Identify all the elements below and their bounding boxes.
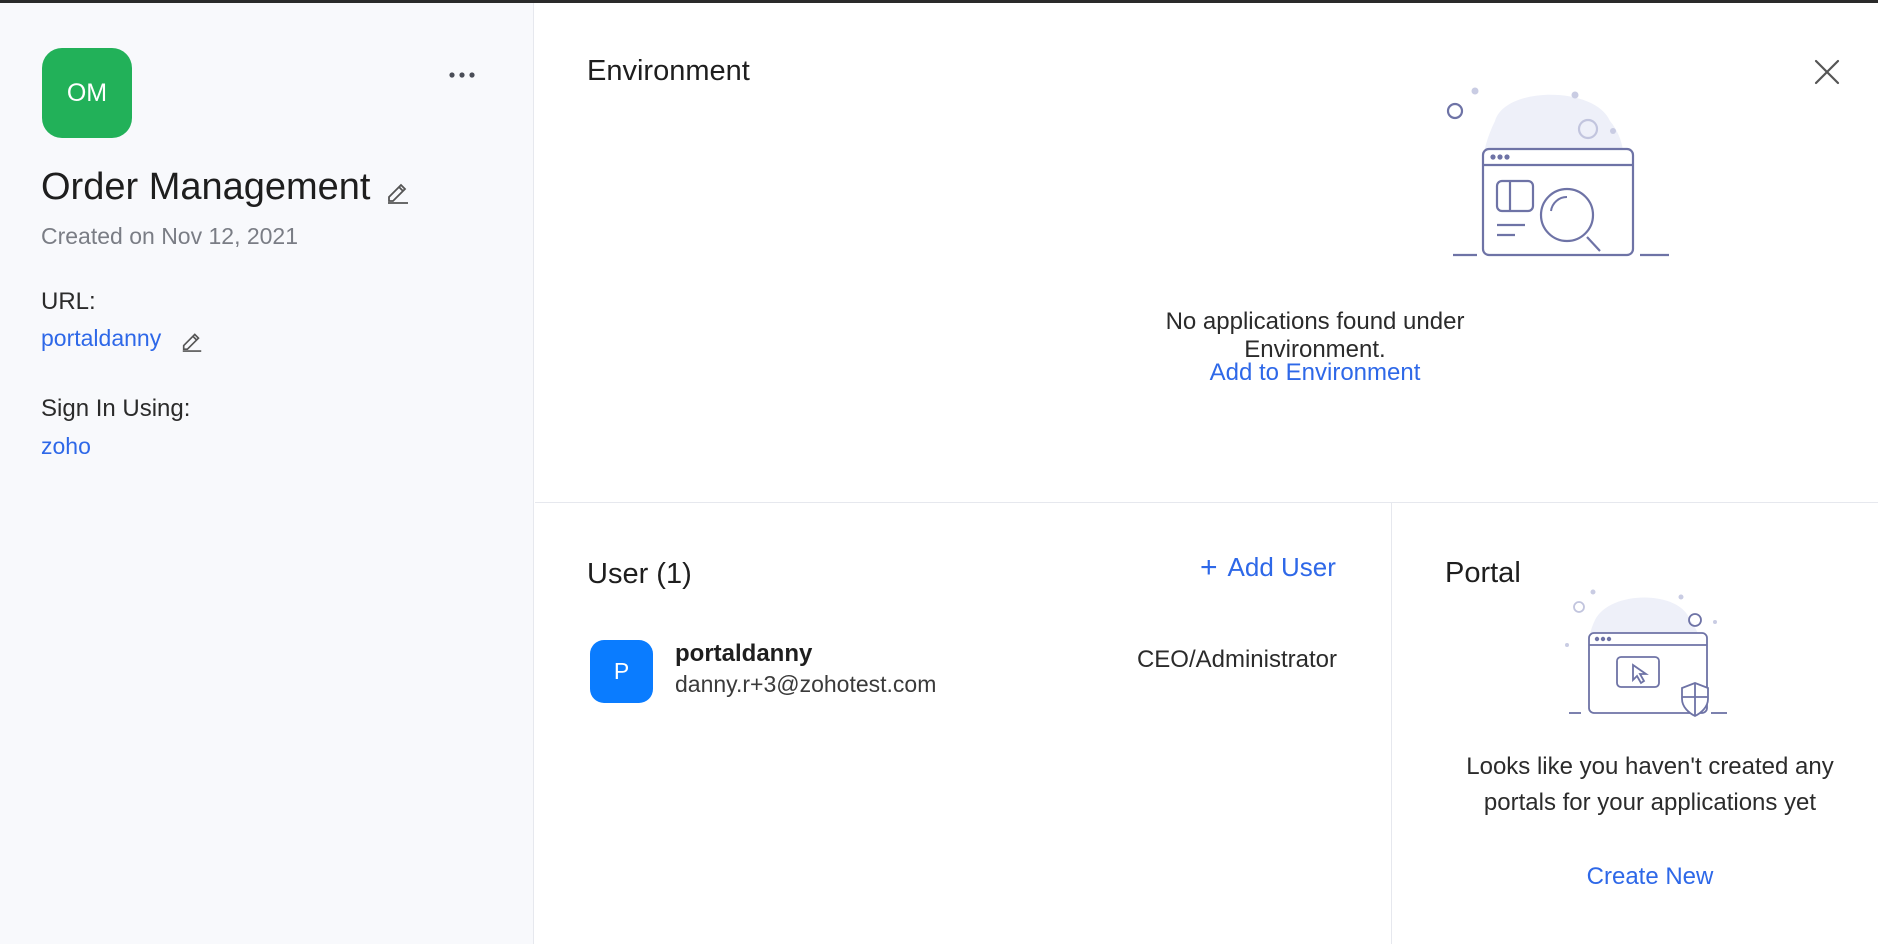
column-divider xyxy=(1391,503,1392,944)
edit-url-pencil-icon[interactable] xyxy=(180,328,204,352)
edit-title-pencil-icon[interactable] xyxy=(385,178,411,204)
app-details-sidebar: OM Order Management Created on Nov 12, 2… xyxy=(0,3,534,944)
close-icon[interactable] xyxy=(1812,57,1842,87)
url-label: URL: xyxy=(41,288,96,315)
app-title: Order Management xyxy=(41,166,371,208)
created-date: Created on Nov 12, 2021 xyxy=(41,223,299,249)
user-name[interactable]: portaldanny xyxy=(675,640,812,668)
empty-portal-illustration xyxy=(1555,585,1730,720)
app-avatar: OM xyxy=(42,48,132,138)
user-email: danny.r+3@zohotest.com xyxy=(675,671,937,697)
user-role: CEO/Administrator xyxy=(1136,646,1337,673)
signin-label: Sign In Using: xyxy=(41,395,191,422)
signin-method-link[interactable]: zoho xyxy=(41,433,91,460)
user-avatar: P xyxy=(590,640,653,703)
empty-environment-illustration xyxy=(1435,81,1675,261)
add-to-environment-link[interactable]: Add to Environment xyxy=(1115,359,1515,387)
environment-title: Environment xyxy=(587,55,750,87)
portal-section-title: Portal xyxy=(1445,557,1521,589)
url-link[interactable]: portaldanny xyxy=(41,325,161,352)
plus-icon: + xyxy=(1200,550,1218,584)
add-user-label: Add User xyxy=(1227,552,1336,582)
user-section-title: User (1) xyxy=(587,558,692,590)
add-user-button[interactable]: + Add User xyxy=(1200,552,1336,583)
create-new-portal-link[interactable]: Create New xyxy=(1540,863,1760,891)
portal-empty-message-line1: Looks like you haven't created any xyxy=(1466,753,1834,780)
more-horizontal-icon[interactable] xyxy=(446,65,478,85)
section-divider xyxy=(535,502,1878,503)
portal-empty-message-line2: portals for your applications yet xyxy=(1483,789,1817,816)
environment-empty-message: No applications found under Environment. xyxy=(1165,308,1465,363)
